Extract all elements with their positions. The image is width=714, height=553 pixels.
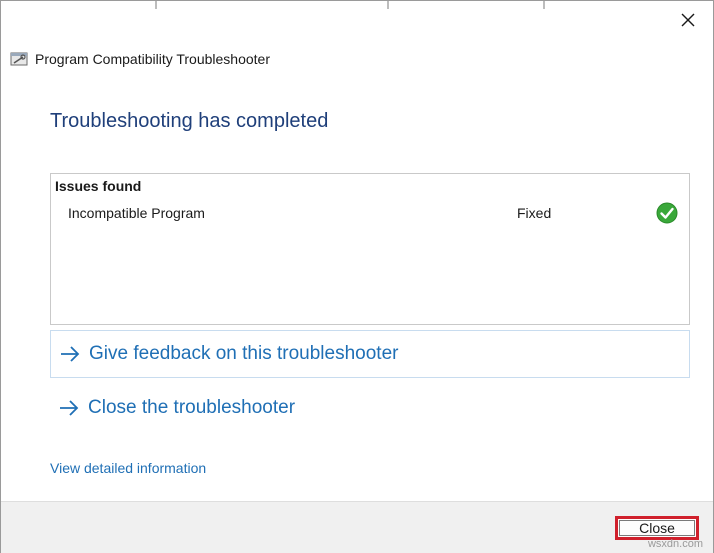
issues-found-header: Issues found xyxy=(55,178,142,194)
watermark-text: wsxdn.com xyxy=(647,538,703,550)
footer-bar: Close wsxdn.com xyxy=(1,501,713,553)
close-icon[interactable] xyxy=(679,11,697,29)
view-detailed-information-link[interactable]: View detailed information xyxy=(50,460,206,476)
issue-name: Incompatible Program xyxy=(68,205,205,221)
troubleshooter-app-icon xyxy=(10,52,28,66)
green-check-icon xyxy=(656,202,678,224)
troubleshooter-window: Program Compatibility Troubleshooter Tro… xyxy=(0,0,714,553)
give-feedback-label[interactable]: Give feedback on this troubleshooter xyxy=(89,343,398,365)
give-feedback-link[interactable]: Give feedback on this troubleshooter xyxy=(50,330,690,378)
close-button[interactable]: Close xyxy=(615,516,699,540)
close-troubleshooter-link[interactable]: Close the troubleshooter xyxy=(50,385,688,431)
issue-status: Fixed xyxy=(517,205,552,221)
issues-found-panel: Issues found Incompatible Program Fixed xyxy=(50,173,690,325)
issue-row: Incompatible Program Fixed xyxy=(51,202,689,226)
close-troubleshooter-label[interactable]: Close the troubleshooter xyxy=(88,397,295,419)
arrow-right-icon xyxy=(61,346,80,362)
arrow-right-icon xyxy=(60,400,79,416)
window-title: Program Compatibility Troubleshooter xyxy=(35,51,270,67)
page-title: Troubleshooting has completed xyxy=(50,110,329,132)
close-button-label: Close xyxy=(619,520,695,536)
window-header: Program Compatibility Troubleshooter xyxy=(10,50,270,68)
